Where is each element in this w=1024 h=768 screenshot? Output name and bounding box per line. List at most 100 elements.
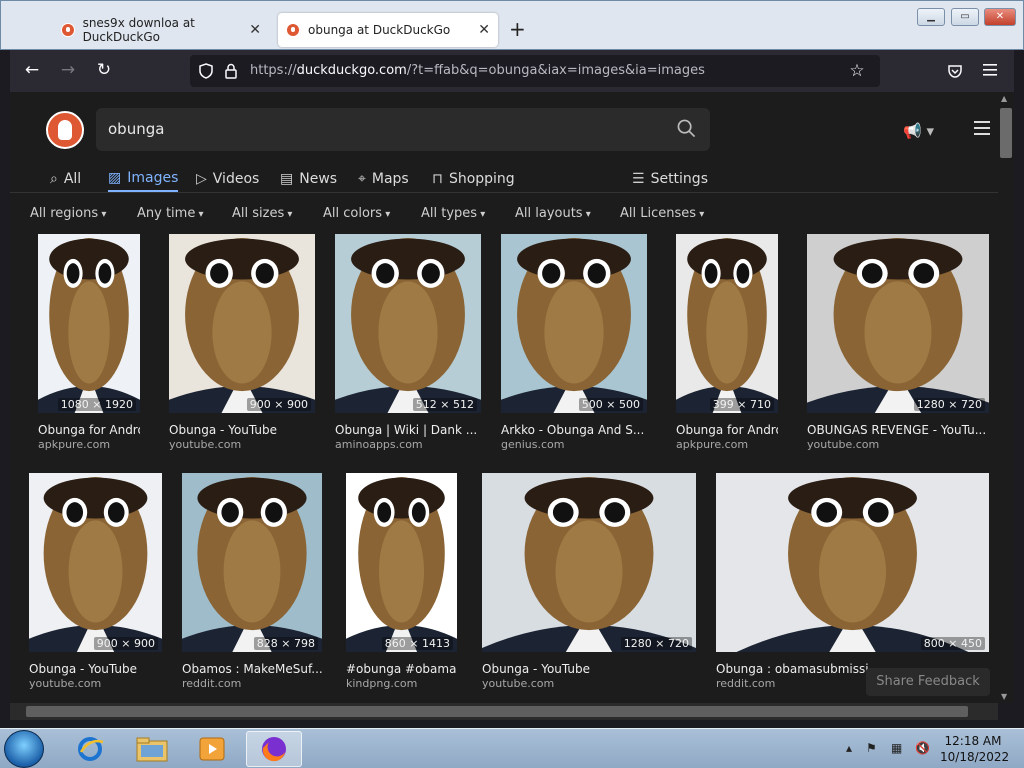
image-result-card[interactable]: 828 × 798 Obamos : MakeMeSuf... reddit.c… [182,473,322,692]
filter-color[interactable]: All colors [323,206,390,221]
filter-layout[interactable]: All layouts [515,206,591,221]
scroll-up-icon[interactable]: ▲ [1001,94,1007,103]
tab-shopping[interactable]: ⊓ Shopping [432,166,515,192]
result-source[interactable]: youtube.com [29,677,101,690]
start-button[interactable] [4,730,44,768]
minimize-button[interactable]: ▁ [917,8,945,26]
result-source[interactable]: reddit.com [182,677,241,690]
megaphone-icon[interactable]: 📢 ▾ [903,122,934,140]
tab-maps[interactable]: ⌖ Maps [358,166,409,192]
firefox-taskbar-icon[interactable] [246,731,302,767]
tab-obunga[interactable]: obunga at DuckDuckGo ✕ [278,13,498,47]
result-source[interactable]: genius.com [501,438,564,451]
pocket-icon[interactable] [947,63,963,79]
result-title[interactable]: OBUNGAS REVENGE - YouTu... [807,423,989,437]
image-result-card[interactable]: 800 × 450 Obunga : obamasubmissi... redd… [716,473,989,692]
result-thumbnail[interactable]: 399 × 710 [676,234,778,413]
image-result-card[interactable]: 900 × 900 Obunga - YouTube youtube.com [29,473,162,692]
url-domain: duckduckgo.com [296,63,407,78]
result-title[interactable]: Obunga | Wiki | Dank ... [335,423,481,437]
new-tab-button[interactable]: + [509,17,526,41]
result-source[interactable]: aminoapps.com [335,438,423,451]
filter-time[interactable]: Any time [137,206,204,221]
maximize-button[interactable]: ▭ [951,8,979,26]
reload-icon[interactable]: ↻ [92,60,116,80]
result-title[interactable]: Obunga - YouTube [169,423,315,437]
result-thumbnail[interactable]: 500 × 500 [501,234,647,413]
result-title[interactable]: Obunga - YouTube [29,662,162,676]
scroll-down-icon[interactable]: ▼ [1001,692,1007,701]
result-title[interactable]: Obunga for Androi... [38,423,140,437]
search-icon[interactable] [677,119,696,138]
result-thumbnail[interactable]: 900 × 900 [169,234,315,413]
volume-muted-icon[interactable]: 🔇 [915,741,930,755]
result-source[interactable]: reddit.com [716,677,775,690]
show-hidden-icons[interactable]: ▴ [846,741,852,755]
internet-explorer-taskbar-icon[interactable] [62,731,118,767]
tab-images[interactable]: ▨ Images [108,166,179,192]
address-bar[interactable]: https://duckduckgo.com/?t=ffab&q=obunga&… [190,55,880,87]
search-box[interactable]: obunga [96,108,710,151]
result-source[interactable]: kindpng.com [346,677,417,690]
result-title[interactable]: #obunga #obama ... [346,662,457,676]
image-result-card[interactable]: 399 × 710 Obunga for Androi... apkpure.c… [676,234,778,453]
filter-type[interactable]: All types [421,206,485,221]
image-result-card[interactable]: 1280 × 720 OBUNGAS REVENGE - YouTu... yo… [807,234,989,453]
result-thumbnail[interactable]: 512 × 512 [335,234,481,413]
result-title[interactable]: Obunga for Androi... [676,423,778,437]
filter-license[interactable]: All Licenses [620,206,704,221]
result-title[interactable]: Obamos : MakeMeSuf... [182,662,322,676]
system-clock[interactable]: 12:18 AM 10/18/2022 [940,733,1009,765]
duckduckgo-logo[interactable] [46,111,84,149]
filter-size[interactable]: All sizes [232,206,292,221]
clock-time: 12:18 AM [944,734,1002,748]
result-source[interactable]: youtube.com [482,677,554,690]
result-thumbnail[interactable]: 1080 × 1920 [38,234,140,413]
settings-link[interactable]: ☰ Settings [632,166,708,192]
tab-snes9x[interactable]: snes9x downloa at DuckDuckGo ✕ [57,13,269,47]
result-title[interactable]: Obunga - YouTube [482,662,696,676]
image-result-card[interactable]: 512 × 512 Obunga | Wiki | Dank ... amino… [335,234,481,453]
file-explorer-taskbar-icon[interactable] [124,731,180,767]
result-thumbnail[interactable]: 1280 × 720 [807,234,989,413]
image-result-card[interactable]: 1280 × 720 Obunga - YouTube youtube.com [482,473,696,692]
tab-videos[interactable]: ▷ Videos [196,166,259,192]
back-arrow-icon[interactable]: ← [20,60,44,80]
horizontal-scrollbar[interactable] [10,703,998,720]
image-result-card[interactable]: 860 × 1413 #obunga #obama ... kindpng.co… [346,473,457,692]
hamburger-menu-icon[interactable] [983,64,997,76]
tab-news[interactable]: ▤ News [280,166,337,192]
image-result-card[interactable]: 900 × 900 Obunga - YouTube youtube.com [169,234,315,453]
url-text[interactable]: https://duckduckgo.com/?t=ffab&q=obunga&… [250,63,705,78]
search-input[interactable]: obunga [108,120,164,138]
result-source[interactable]: apkpure.com [38,438,110,451]
lock-icon[interactable] [224,63,238,79]
result-source[interactable]: youtube.com [807,438,879,451]
vertical-scrollbar[interactable]: ▲ ▼ [998,92,1014,703]
result-source[interactable]: apkpure.com [676,438,748,451]
result-source[interactable]: youtube.com [169,438,241,451]
result-thumbnail[interactable]: 800 × 450 [716,473,989,652]
close-tab-icon[interactable]: ✕ [249,22,261,38]
hamburger-menu-icon[interactable] [974,121,990,135]
scroll-thumb[interactable] [26,706,968,717]
result-title[interactable]: Arkko - Obunga And S... [501,423,647,437]
bookmark-star-icon[interactable]: ☆ [845,61,869,81]
network-icon[interactable]: ▦ [891,741,902,755]
filter-region[interactable]: All regions [30,206,106,221]
image-result-card[interactable]: 500 × 500 Arkko - Obunga And S... genius… [501,234,647,453]
close-tab-icon[interactable]: ✕ [478,22,490,38]
tab-all[interactable]: ⌕ All [50,166,81,192]
result-thumbnail[interactable]: 828 × 798 [182,473,322,652]
result-thumbnail[interactable]: 860 × 1413 [346,473,457,652]
result-thumbnail[interactable]: 900 × 900 [29,473,162,652]
close-window-button[interactable]: ✕ [984,8,1016,26]
media-player-taskbar-icon[interactable] [184,731,240,767]
share-feedback-button[interactable]: Share Feedback [866,668,990,696]
image-result-card[interactable]: 1080 × 1920 Obunga for Androi... apkpure… [38,234,140,453]
scroll-thumb[interactable] [1000,108,1012,158]
action-center-flag-icon[interactable]: ⚑ [866,741,877,755]
result-thumbnail[interactable]: 1280 × 720 [482,473,696,652]
shield-icon[interactable] [198,63,214,79]
forward-arrow-icon[interactable]: → [56,60,80,80]
